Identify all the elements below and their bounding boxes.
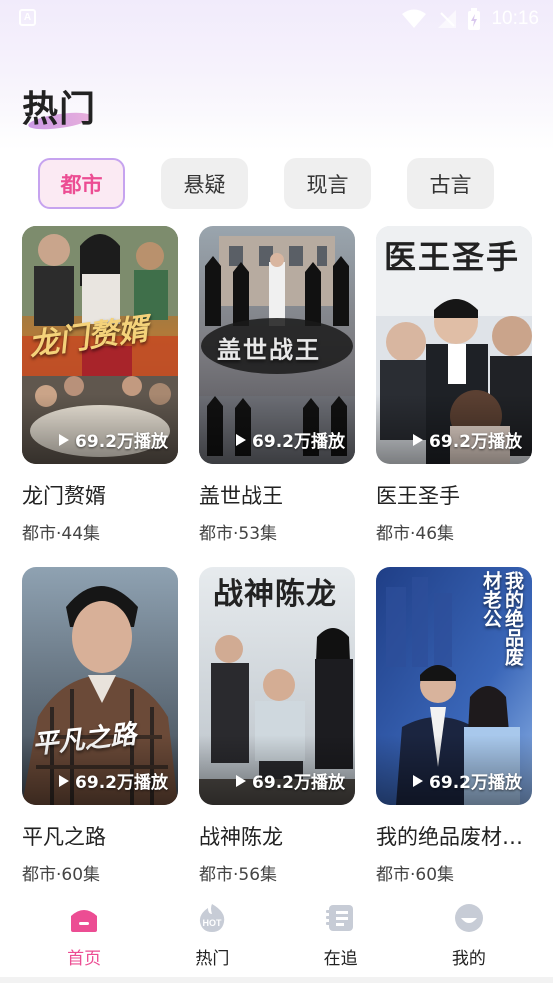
poster-title-art: 我的绝品废材老公 bbox=[480, 571, 524, 666]
play-count-text: 69.2万播放 bbox=[75, 432, 168, 452]
nav-label: 我的 bbox=[451, 949, 486, 969]
drama-title[interactable]: 平凡之路 bbox=[22, 823, 178, 851]
play-count: 69.2万播放 bbox=[59, 427, 168, 452]
drama-poster[interactable]: 医王圣手 69.2万播放 bbox=[376, 226, 532, 464]
profile-icon bbox=[453, 902, 485, 934]
drama-meta: 都市·60集 bbox=[376, 865, 455, 885]
drama-meta: 都市·46集 bbox=[376, 524, 455, 544]
drama-meta: 都市·60集 bbox=[22, 865, 101, 885]
nav-item-home[interactable]: 首页 bbox=[39, 892, 129, 978]
play-count: 69.2万播放 bbox=[236, 427, 345, 452]
nav-label: 首页 bbox=[67, 949, 102, 969]
nav-label: 在追 bbox=[323, 949, 358, 969]
tab-guyan[interactable]: 古言 bbox=[407, 158, 494, 209]
drama-card[interactable]: 盖世战王 69.2万播放 盖世战王 都市·53集 bbox=[199, 226, 355, 546]
drama-title[interactable]: 龙门赘婿 bbox=[22, 482, 178, 510]
drama-meta: 都市·53集 bbox=[199, 524, 278, 544]
poster-title-art: 医王圣手 bbox=[384, 238, 521, 276]
signal-icon bbox=[437, 9, 457, 29]
drama-card[interactable]: 我的绝品废材老公 69.2万播放 我的绝品废材老公 都市·60集 bbox=[376, 567, 532, 887]
svg-text:HOT: HOT bbox=[203, 918, 223, 928]
drama-card[interactable]: 龙门赘婿 69.2万播放 龙门赘婿 都市·44集 bbox=[22, 226, 178, 546]
nav-item-hot[interactable]: HOT 热门 bbox=[167, 892, 257, 978]
play-icon bbox=[413, 433, 424, 446]
nav-item-profile[interactable]: 我的 bbox=[424, 892, 514, 978]
drama-title[interactable]: 医王圣手 bbox=[376, 482, 532, 510]
status-time: 10:16 bbox=[491, 8, 539, 29]
play-icon bbox=[236, 774, 247, 787]
hot-icon: HOT bbox=[196, 902, 228, 934]
drama-meta: 都市·44集 bbox=[22, 524, 101, 544]
drama-poster[interactable]: 龙门赘婿 69.2万播放 bbox=[22, 226, 178, 464]
poster-title-art: 盖世战王 bbox=[217, 336, 321, 364]
play-count-text: 69.2万播放 bbox=[252, 773, 345, 793]
drama-card[interactable]: 医王圣手 69.2万播放 医王圣手 都市·46集 bbox=[376, 226, 532, 546]
drama-meta: 都市·56集 bbox=[199, 865, 278, 885]
play-count-text: 69.2万播放 bbox=[429, 773, 522, 793]
notification-icon: A bbox=[19, 9, 36, 26]
drama-title[interactable]: 战神陈龙 bbox=[199, 823, 355, 851]
wifi-icon bbox=[401, 9, 427, 29]
play-count-text: 69.2万播放 bbox=[252, 432, 345, 452]
home-icon bbox=[68, 902, 100, 934]
drama-title[interactable]: 我的绝品废材老公 bbox=[376, 823, 532, 851]
drama-poster[interactable]: 盖世战王 69.2万播放 bbox=[199, 226, 355, 464]
play-count: 69.2万播放 bbox=[59, 768, 168, 793]
bottom-nav: 首页 HOT 热门 在追 我的 bbox=[0, 892, 553, 978]
drama-poster[interactable]: 我的绝品废材老公 69.2万播放 bbox=[376, 567, 532, 805]
battery-icon bbox=[467, 8, 481, 30]
nav-label: 热门 bbox=[195, 949, 230, 969]
home-indicator bbox=[0, 977, 553, 983]
play-icon bbox=[236, 433, 247, 446]
drama-card[interactable]: 战神陈龙 69.2万播放 战神陈龙 都市·56集 bbox=[199, 567, 355, 887]
drama-card[interactable]: 平凡之路 69.2万播放 平凡之路 都市·60集 bbox=[22, 567, 178, 887]
app-screen: A 10:16 热门 都市 悬疑 现言 古言 龙门赘婿 69.2万播放 龙门赘婿… bbox=[0, 0, 553, 983]
page-title: 热门 bbox=[22, 89, 97, 130]
status-right: 10:16 bbox=[401, 5, 539, 33]
category-tabs: 都市 悬疑 现言 古言 bbox=[38, 158, 494, 209]
drama-poster[interactable]: 战神陈龙 69.2万播放 bbox=[199, 567, 355, 805]
tab-xianyan[interactable]: 现言 bbox=[284, 158, 371, 209]
play-count: 69.2万播放 bbox=[236, 768, 345, 793]
play-count-text: 69.2万播放 bbox=[429, 432, 522, 452]
drama-icon bbox=[325, 902, 357, 934]
drama-poster[interactable]: 平凡之路 69.2万播放 bbox=[22, 567, 178, 805]
tab-xuanyi[interactable]: 悬疑 bbox=[161, 158, 248, 209]
page-title-area: 热门 bbox=[22, 80, 142, 136]
nav-item-following[interactable]: 在追 bbox=[296, 892, 386, 978]
play-icon bbox=[413, 774, 424, 787]
status-bar: A 10:16 bbox=[0, 0, 553, 38]
play-count-text: 69.2万播放 bbox=[75, 773, 168, 793]
tab-dushi[interactable]: 都市 bbox=[38, 158, 125, 209]
play-count: 69.2万播放 bbox=[413, 768, 522, 793]
poster-title-art: 战神陈龙 bbox=[213, 577, 337, 612]
play-count: 69.2万播放 bbox=[413, 427, 522, 452]
play-icon bbox=[59, 433, 70, 446]
play-icon bbox=[59, 774, 70, 787]
drama-title[interactable]: 盖世战王 bbox=[199, 482, 355, 510]
